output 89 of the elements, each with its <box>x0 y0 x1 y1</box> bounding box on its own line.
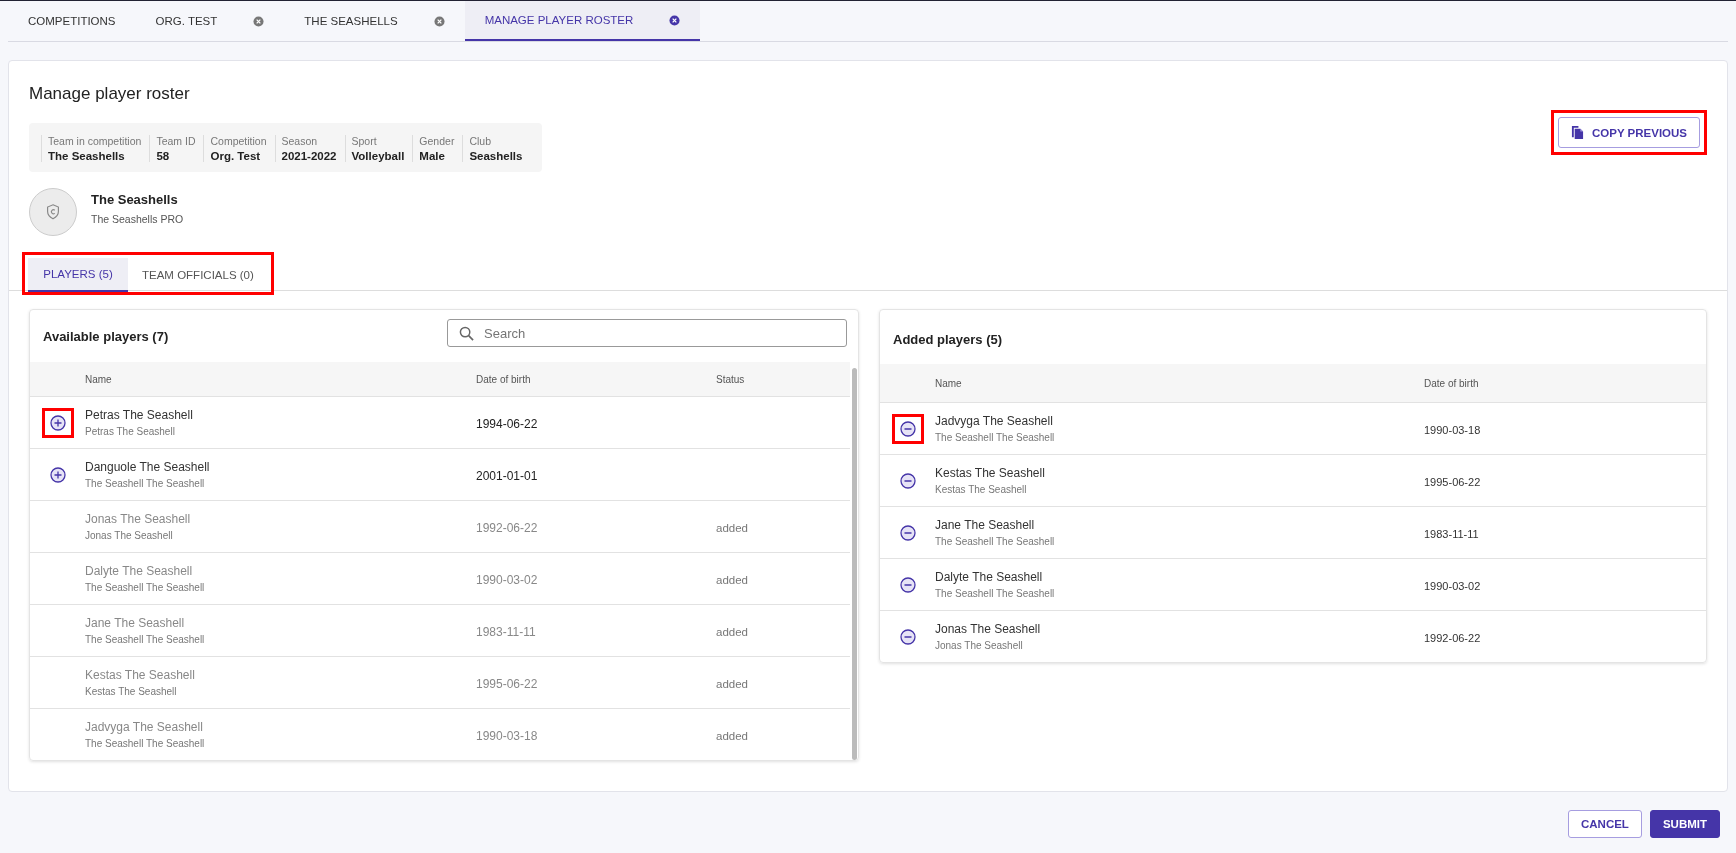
remove-icon[interactable] <box>899 472 916 489</box>
team-name: The Seashells <box>91 191 179 207</box>
page-tab[interactable]: ORG. TEST <box>135 1 285 41</box>
player-name: Kestas The Seashell <box>935 466 1046 480</box>
info-value: Male <box>419 150 446 162</box>
close-icon[interactable] <box>433 15 445 27</box>
info-value: The Seashells <box>48 150 126 162</box>
submit-button[interactable]: SUBMIT <box>1649 810 1720 838</box>
column-header: Status <box>716 373 745 385</box>
player-name: Jane The Seashell <box>935 518 1036 532</box>
player-name: Petras The Seashell <box>85 408 194 422</box>
remove-icon[interactable] <box>899 576 916 593</box>
birth-date: 1983-11-11 <box>476 624 536 639</box>
player-status: added <box>716 521 748 534</box>
birth-date: 1990-03-18 <box>1424 423 1481 436</box>
player-name: Jane The Seashell <box>85 616 186 630</box>
player-subtitle: The Seashell The Seashell <box>935 432 1056 443</box>
player-name: Jadvyga The Seashell <box>935 414 1054 428</box>
birth-date: 1990-03-02 <box>1424 579 1481 592</box>
remove-icon[interactable] <box>899 628 916 645</box>
player-subtitle: Jonas The Seashell <box>935 640 1024 651</box>
column-header: Name <box>85 373 112 385</box>
page-tab[interactable]: THE SEASHELLS <box>284 1 465 41</box>
info-label: Team ID <box>156 135 196 147</box>
info-label: Sport <box>351 135 378 147</box>
birth-date: 1995-06-22 <box>476 676 538 691</box>
add-icon[interactable] <box>49 466 66 483</box>
column-header: Name <box>935 377 962 389</box>
player-status: added <box>716 573 748 586</box>
player-name: Kestas The Seashell <box>85 668 196 682</box>
player-subtitle: The Seashell The Seashell <box>85 634 206 645</box>
birth-date: 2001-01-01 <box>476 468 538 483</box>
player-subtitle: Kestas The Seashell <box>935 484 1028 495</box>
player-name: Jadvyga The Seashell <box>85 720 204 734</box>
player-subtitle: Petras The Seashell <box>85 426 176 437</box>
player-subtitle: The Seashell The Seashell <box>85 478 206 489</box>
panel-title: Added players (5) <box>893 331 1003 347</box>
birth-date: 1983-11-11 <box>1424 527 1479 540</box>
panel-title: Available players (7) <box>43 328 169 344</box>
info-value: Volleyball <box>351 150 405 162</box>
scrollbar[interactable] <box>852 368 857 760</box>
birth-date: 1992-06-22 <box>476 520 538 535</box>
page-tab[interactable]: MANAGE PLAYER ROSTER <box>464 1 701 41</box>
search-icon <box>459 326 474 341</box>
birth-date: 1992-06-22 <box>1424 631 1481 644</box>
birth-date: 1995-06-22 <box>1424 475 1481 488</box>
close-icon[interactable] <box>669 14 681 26</box>
team-subtitle: The Seashells PRO <box>91 212 184 225</box>
remove-icon[interactable] <box>899 420 916 437</box>
birth-date: 1990-03-18 <box>476 728 538 743</box>
section-tab[interactable]: TEAM OFFICIALS (0) <box>128 258 268 292</box>
column-header: Date of birth <box>1424 377 1479 389</box>
player-subtitle: The Seashell The Seashell <box>935 588 1056 599</box>
player-subtitle: Jonas The Seashell <box>85 530 174 541</box>
page-title: Manage player roster <box>29 84 191 104</box>
info-value: Org. Test <box>210 150 262 162</box>
info-value: 58 <box>156 150 171 162</box>
player-name: Dalyte The Seashell <box>935 570 1044 584</box>
player-name: Jonas The Seashell <box>935 622 1042 636</box>
info-label: Season <box>281 135 319 147</box>
player-name: Jonas The Seashell <box>85 512 192 526</box>
info-label: Gender <box>419 135 455 147</box>
add-icon[interactable] <box>49 414 66 431</box>
section-tab[interactable]: PLAYERS (5) <box>28 258 128 292</box>
player-name: Danguole The Seashell <box>85 460 211 474</box>
info-label: Club <box>469 135 492 147</box>
player-subtitle: The Seashell The Seashell <box>85 582 206 593</box>
close-icon[interactable] <box>253 15 265 27</box>
page-tab[interactable]: COMPETITIONS <box>8 1 136 41</box>
player-status: added <box>716 677 748 690</box>
copy-icon <box>1571 125 1584 140</box>
birth-date: 1994-06-22 <box>476 416 538 431</box>
info-value: 2021-2022 <box>281 150 337 162</box>
player-status: added <box>716 729 748 742</box>
search-field[interactable]: Search <box>447 319 847 347</box>
player-name: Dalyte The Seashell <box>85 564 194 578</box>
birth-date: 1990-03-02 <box>476 572 538 587</box>
copy-previous-button[interactable]: COPY PREVIOUS <box>1558 117 1700 148</box>
player-subtitle: Kestas The Seashell <box>85 686 178 697</box>
info-value: Seashells <box>469 150 523 162</box>
player-subtitle: The Seashell The Seashell <box>935 536 1056 547</box>
info-label: Competition <box>210 135 267 147</box>
cancel-button[interactable]: CANCEL <box>1568 810 1642 838</box>
player-subtitle: The Seashell The Seashell <box>85 738 206 749</box>
player-status: added <box>716 625 748 638</box>
column-header: Date of birth <box>476 373 531 385</box>
info-label: Team in competition <box>48 135 142 147</box>
shield-icon <box>44 203 62 221</box>
remove-icon[interactable] <box>899 524 916 541</box>
